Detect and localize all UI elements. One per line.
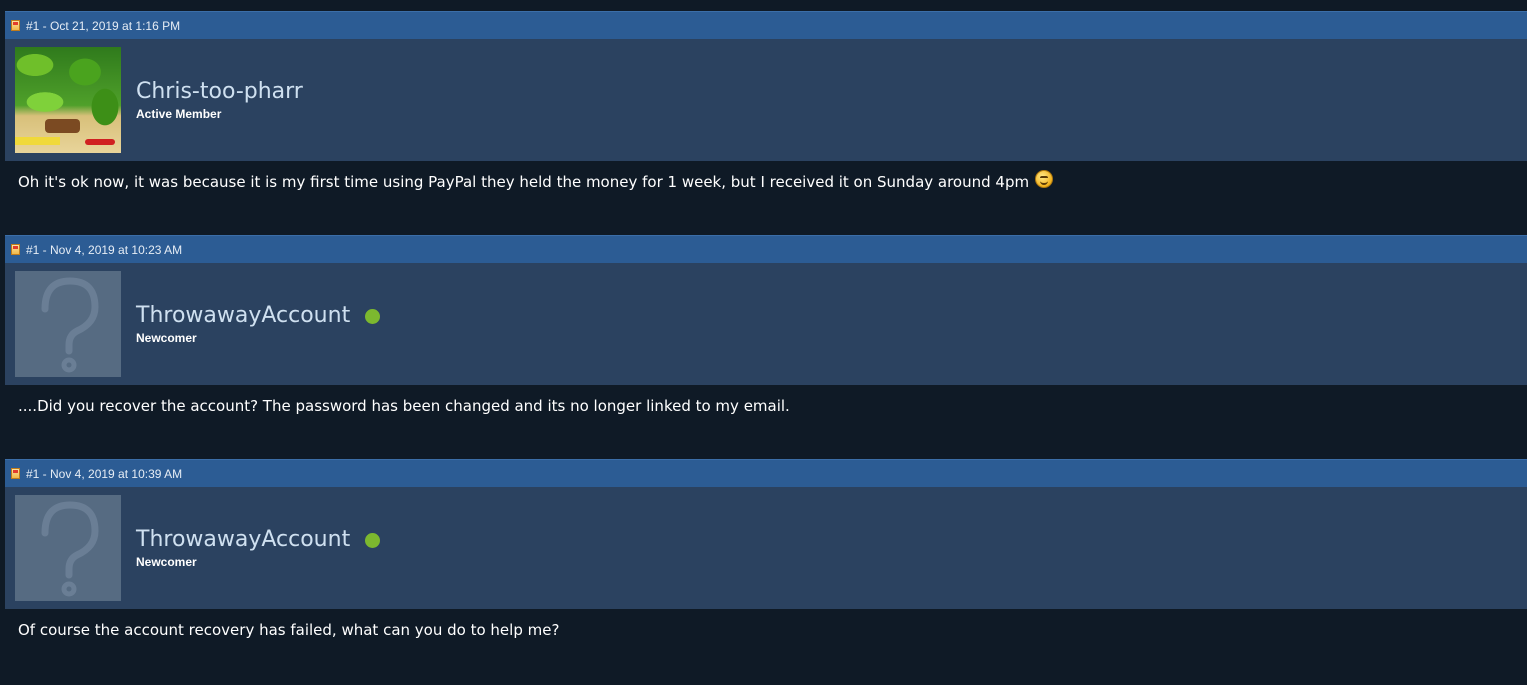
thread: #1 - Oct 21, 2019 at 1:16 PM Chris-too-p…: [5, 11, 1527, 683]
post: #1 - Nov 4, 2019 at 10:39 AM ThrowawayAc…: [5, 459, 1527, 683]
user-info: ThrowawayAccount Newcomer: [136, 527, 381, 569]
avatar[interactable]: [15, 495, 121, 601]
post-body: Oh it's ok now, it was because it is my …: [5, 161, 1527, 235]
post-text: ....Did you recover the account? The pas…: [18, 397, 790, 415]
user-title: Newcomer: [136, 331, 197, 345]
username[interactable]: Chris-too-pharr: [136, 79, 303, 105]
post-header: #1 - Nov 4, 2019 at 10:39 AM: [5, 459, 1527, 487]
user-title: Newcomer: [136, 555, 197, 569]
post-permalink[interactable]: #1 - Oct 21, 2019 at 1:16 PM: [26, 19, 180, 33]
post-icon: [11, 244, 20, 255]
post-icon: [11, 20, 20, 31]
avatar[interactable]: [15, 47, 121, 153]
default-avatar-icon: [41, 501, 99, 597]
post: #1 - Nov 4, 2019 at 10:23 AM ThrowawayAc…: [5, 235, 1527, 459]
user-info: ThrowawayAccount Newcomer: [136, 303, 381, 345]
user-title: Active Member: [136, 107, 222, 121]
user-info: Chris-too-pharr Active Member: [136, 79, 303, 121]
user-bar: ThrowawayAccount Newcomer: [5, 487, 1527, 609]
smiley-icon: [1035, 170, 1054, 188]
default-avatar-icon: [41, 277, 99, 373]
post-text: Oh it's ok now, it was because it is my …: [18, 173, 1030, 191]
post-icon: [11, 468, 20, 479]
post: #1 - Oct 21, 2019 at 1:16 PM Chris-too-p…: [5, 11, 1527, 235]
post-permalink[interactable]: #1 - Nov 4, 2019 at 10:39 AM: [26, 467, 182, 481]
post-header: #1 - Oct 21, 2019 at 1:16 PM: [5, 11, 1527, 39]
user-bar: Chris-too-pharr Active Member: [5, 39, 1527, 161]
username[interactable]: ThrowawayAccount: [136, 303, 350, 329]
post-body: Of course the account recovery has faile…: [5, 609, 1527, 683]
post-body: ....Did you recover the account? The pas…: [5, 385, 1527, 459]
user-bar: ThrowawayAccount Newcomer: [5, 263, 1527, 385]
online-status-icon: [365, 308, 381, 324]
post-text: Of course the account recovery has faile…: [18, 621, 560, 639]
post-permalink[interactable]: #1 - Nov 4, 2019 at 10:23 AM: [26, 243, 182, 257]
avatar[interactable]: [15, 271, 121, 377]
online-status-icon: [365, 532, 381, 548]
post-header: #1 - Nov 4, 2019 at 10:23 AM: [5, 235, 1527, 263]
username[interactable]: ThrowawayAccount: [136, 527, 350, 553]
